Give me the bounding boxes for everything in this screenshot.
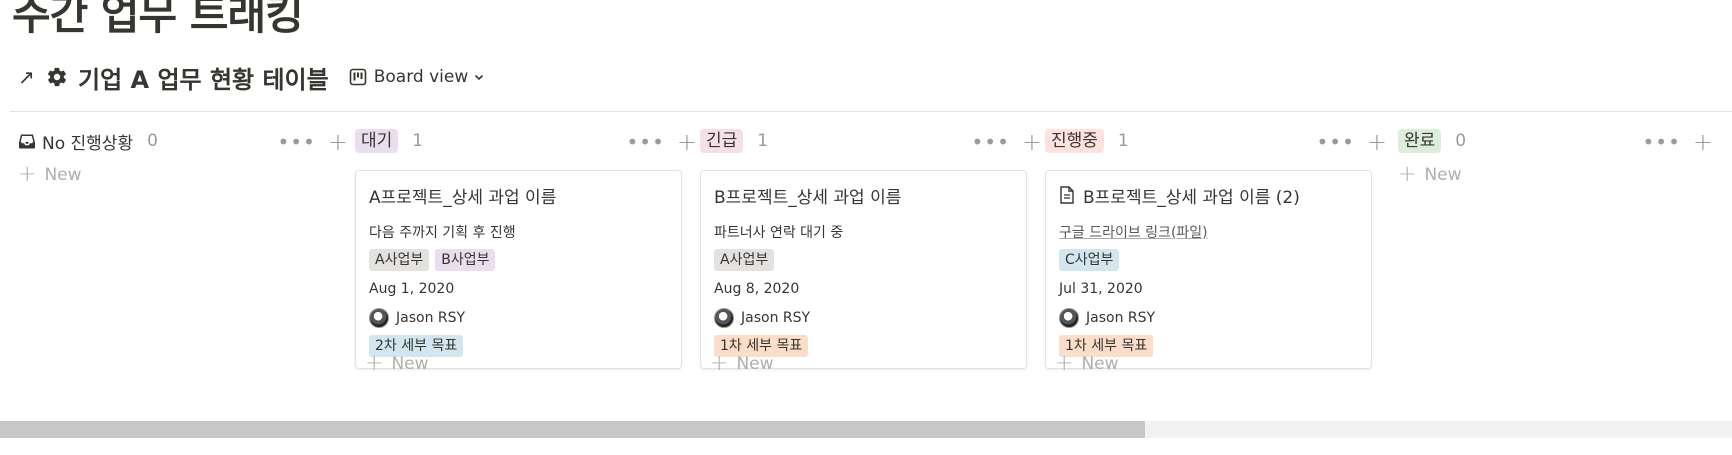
column-title: 완료 [1398,129,1442,153]
avatar [714,308,734,328]
column-header[interactable]: No 진행상황 0 ••• + [18,126,348,156]
tag: B사업부 [435,249,496,271]
tag-list: A사업부 B사업부 [369,249,668,271]
column-title: No 진행상황 [18,129,133,154]
plus-icon[interactable]: + [1022,130,1042,154]
plus-icon: + [18,162,37,187]
board-column-urgent: 긴급 1 ••• + B프로젝트_상세 과업 이름 파트너사 연락 대기 중 A… [700,126,1042,376]
column-header[interactable]: 긴급 1 ••• + [700,126,1042,156]
link-arrow-icon[interactable]: ↗ [18,65,44,89]
tag: A사업부 [714,249,775,271]
chevron-down-icon [475,74,484,81]
ellipsis-icon[interactable]: ••• [972,132,1010,152]
column-count: 1 [757,131,769,151]
page-icon [1060,186,1074,204]
board-card[interactable]: B프로젝트_상세 과업 이름 (2) 구글 드라이브 링크(파일) C사업부 J… [1045,170,1372,369]
board-column-no-status: No 진행상황 0 ••• + + New [18,126,348,187]
ellipsis-icon[interactable]: ••• [627,132,665,152]
column-title: 긴급 [700,129,744,153]
column-count: 1 [1117,131,1129,151]
database-header: ↗ 기업 A 업무 현황 테이블 Board view [18,60,489,94]
column-count: 1 [412,131,424,151]
plus-icon[interactable]: + [1693,130,1713,154]
board-column-waiting: 대기 1 ••• + A프로젝트_상세 과업 이름 다음 주까지 기획 후 진행… [355,126,697,376]
plus-icon[interactable]: + [1367,130,1387,154]
column-title: 진행중 [1045,129,1104,153]
page-title: 주간 업무 트래킹 [12,0,304,39]
new-card-button[interactable]: + New [365,351,429,376]
board-icon [349,68,367,86]
avatar [1059,308,1079,328]
column-count: 0 [1455,131,1467,151]
column-title: 대기 [355,129,399,153]
card-note: 파트너사 연락 대기 중 [714,225,844,241]
board-card[interactable]: A프로젝트_상세 과업 이름 다음 주까지 기획 후 진행 A사업부 B사업부 … [355,170,682,369]
view-switcher[interactable]: Board view [345,63,490,91]
column-header[interactable]: 진행중 1 ••• + [1045,126,1387,156]
assignee: Jason RSY [1059,307,1358,329]
divider [10,111,1732,112]
tag: A사업부 [369,249,430,271]
ellipsis-icon[interactable]: ••• [1317,132,1355,152]
plus-icon: + [1398,162,1417,187]
scrollbar-thumb[interactable] [0,421,1145,438]
plus-icon[interactable]: + [677,130,697,154]
card-date: Aug 1, 2020 [369,281,455,297]
drive-link[interactable]: 구글 드라이브 링크(파일) [1059,222,1358,241]
new-card-button[interactable]: + New [1398,162,1462,187]
database-title[interactable]: 기업 A 업무 현황 테이블 [78,60,329,95]
assignee: Jason RSY [714,307,1013,329]
card-title: A프로젝트_상세 과업 이름 [369,187,557,208]
card-note: 다음 주까지 기획 후 진행 [369,225,516,241]
new-card-button[interactable]: + New [18,162,82,187]
plus-icon: + [710,351,729,376]
avatar [369,308,389,328]
tag: C사업부 [1059,249,1120,271]
card-date: Aug 8, 2020 [714,281,800,297]
view-label: Board view [373,67,469,87]
board-card[interactable]: B프로젝트_상세 과업 이름 파트너사 연락 대기 중 A사업부 Aug 8, … [700,170,1027,369]
inbox-icon [19,134,35,149]
column-header[interactable]: 완료 0 ••• + [1398,126,1713,156]
card-title: B프로젝트_상세 과업 이름 (2) [1059,181,1358,209]
column-count: 0 [147,131,158,151]
tag-list: A사업부 [714,249,1013,271]
plus-icon[interactable]: + [328,130,348,154]
ellipsis-icon[interactable]: ••• [278,132,316,152]
card-date: Jul 31, 2020 [1059,281,1143,297]
plus-icon: + [1055,351,1074,376]
ellipsis-icon[interactable]: ••• [1643,132,1681,152]
card-title: B프로젝트_상세 과업 이름 [714,187,902,208]
assignee: Jason RSY [369,307,668,329]
tag-list: C사업부 [1059,249,1358,271]
new-card-button[interactable]: + New [1055,351,1119,376]
new-card-button[interactable]: + New [710,351,774,376]
board-column-done: 완료 0 ••• + + New [1398,126,1713,187]
plus-icon: + [365,351,384,376]
gear-icon[interactable] [44,64,70,90]
column-header[interactable]: 대기 1 ••• + [355,126,697,156]
board-column-in-progress: 진행중 1 ••• + B프로젝트_상세 과업 이름 (2) 구글 드라이브 링… [1045,126,1387,376]
